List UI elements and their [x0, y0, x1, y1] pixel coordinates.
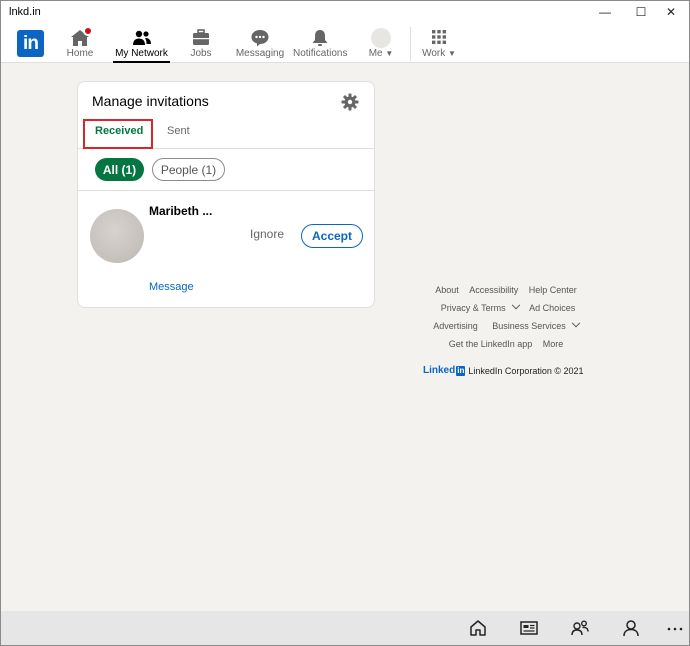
minimize-button[interactable]: —	[587, 1, 623, 23]
privacy-terms-text: Privacy & Terms	[440, 303, 506, 313]
nav-my-network[interactable]: My Network	[113, 25, 170, 63]
nav-notifications-label: Notifications	[293, 48, 348, 59]
window-title: lnkd.in	[9, 6, 41, 18]
filter-all-button[interactable]: All (1)	[95, 158, 144, 181]
caret-down-icon: ▼	[448, 49, 456, 58]
title-bar: lnkd.in — ☐ ✕	[1, 1, 689, 23]
footer-row-1: About Accessibility Help Center	[421, 285, 591, 295]
wordmark-text: Linked	[423, 365, 456, 376]
caret-down-icon: ▼	[385, 49, 394, 58]
highlight-box	[83, 119, 153, 149]
footer-link-accessibility[interactable]: Accessibility	[469, 285, 518, 295]
nav-work[interactable]: Work ▼	[421, 25, 457, 63]
nav-divider	[410, 27, 411, 61]
footer-link-about[interactable]: About	[435, 285, 459, 295]
ignore-button[interactable]: Ignore	[250, 227, 284, 241]
nav-me-text: Me	[368, 48, 383, 59]
nav-messaging[interactable]: Messaging	[235, 25, 285, 63]
footer-row-4: Get the LinkedIn app More	[421, 339, 591, 349]
nav-me[interactable]: Me ▼	[363, 25, 399, 63]
tab-sent[interactable]: Sent	[167, 125, 190, 137]
wordmark-in: in	[456, 365, 466, 376]
nav-messaging-label: Messaging	[235, 48, 285, 59]
chevron-down-icon	[511, 300, 520, 310]
bottom-toolbar	[1, 611, 689, 645]
top-nav: in Home My Network Jobs Messaging Notifi…	[1, 23, 689, 63]
linkedin-logo[interactable]: in	[17, 30, 44, 57]
invitation-item: Maribeth ... Ignore Accept Message	[78, 192, 374, 308]
copyright-text: LinkedIn Corporation © 2021	[468, 365, 584, 376]
footer-row-3: Advertising Business Services	[421, 318, 591, 331]
linkedin-wordmark: Linked in	[423, 365, 466, 376]
network-icon	[132, 30, 151, 45]
nav-jobs-label: Jobs	[190, 48, 212, 59]
chat-icon	[251, 30, 269, 47]
accept-button[interactable]: Accept	[301, 224, 363, 248]
news-icon[interactable]	[519, 618, 539, 638]
footer-link-more[interactable]: More	[543, 339, 564, 349]
footer-link-get-app[interactable]: Get the LinkedIn app	[449, 339, 533, 349]
me-avatar-wrap	[371, 28, 391, 48]
avatar	[371, 28, 391, 48]
filter-pills: All (1) People (1)	[78, 149, 374, 191]
home-icon[interactable]	[468, 618, 488, 638]
message-button[interactable]: Message	[149, 281, 194, 293]
footer-row-2: Privacy & Terms Ad Choices	[421, 300, 591, 313]
people-icon[interactable]	[570, 618, 590, 638]
business-services-text: Business Services	[492, 321, 566, 331]
profile-icon[interactable]	[621, 618, 641, 638]
gear-icon[interactable]	[340, 92, 360, 112]
footer-link-business-services[interactable]: Business Services	[488, 318, 581, 331]
footer-link-ad-choices[interactable]: Ad Choices	[529, 303, 575, 313]
inviter-name[interactable]: Maribeth ...	[149, 204, 212, 218]
close-button[interactable]: ✕	[653, 1, 689, 23]
nav-my-network-label: My Network	[115, 48, 168, 59]
nav-work-text: Work	[422, 48, 446, 59]
notification-badge	[83, 26, 93, 36]
more-icon[interactable]	[665, 618, 685, 638]
nav-jobs[interactable]: Jobs	[185, 25, 217, 63]
grid-icon	[432, 30, 446, 44]
footer-link-advertising[interactable]: Advertising	[433, 321, 478, 331]
nav-home-label: Home	[66, 48, 94, 59]
bell-icon	[312, 30, 328, 46]
briefcase-icon	[193, 29, 209, 45]
nav-work-label: Work ▼	[421, 48, 457, 59]
footer-link-privacy-terms[interactable]: Privacy & Terms	[437, 300, 520, 313]
footer-link-help-center[interactable]: Help Center	[529, 285, 577, 295]
manage-invitations-card: Manage invitations Received Sent All (1)…	[77, 81, 375, 308]
card-title: Manage invitations	[92, 93, 209, 109]
invitation-tabs: Received Sent	[78, 118, 374, 149]
nav-notifications[interactable]: Notifications	[293, 25, 347, 63]
nav-me-label: Me ▼	[363, 48, 399, 59]
inviter-avatar[interactable]	[90, 209, 144, 263]
nav-home[interactable]: Home	[63, 25, 97, 63]
app-window: lnkd.in — ☐ ✕ in Home My Network Jobs Me…	[0, 0, 690, 646]
footer-brand: Linked in LinkedIn Corporation © 2021	[423, 365, 593, 376]
chevron-down-icon	[571, 318, 581, 328]
filter-people-button[interactable]: People (1)	[152, 158, 225, 181]
